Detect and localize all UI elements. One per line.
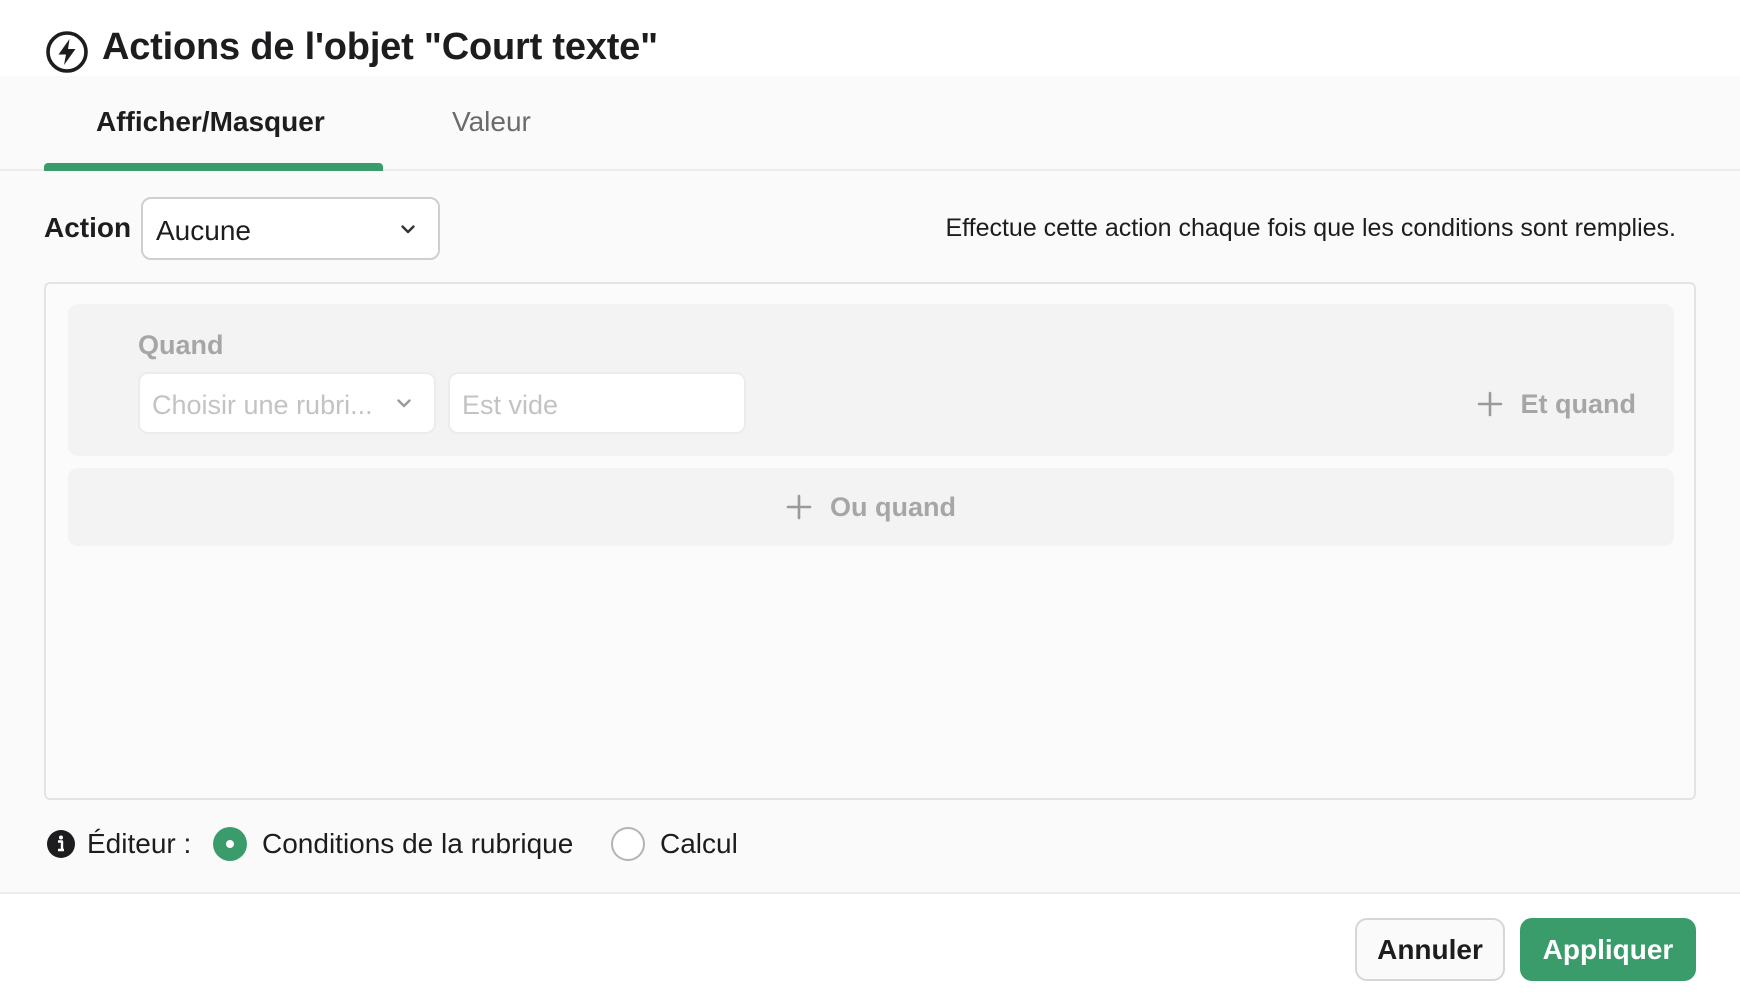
info-icon	[47, 830, 75, 858]
or-when-label: Ou quand	[830, 491, 956, 522]
dialog-body: Afficher/Masquer Valeur Action Aucune Ef…	[0, 76, 1740, 892]
action-help-text: Effectue cette action chaque fois que le…	[945, 214, 1676, 242]
action-select-value: Aucune	[156, 215, 251, 246]
radio-field-conditions-label[interactable]: Conditions de la rubrique	[262, 828, 573, 860]
add-or-condition-button[interactable]: Ou quand	[68, 468, 1674, 546]
field-select-placeholder: Choisir une rubri...	[152, 390, 373, 420]
radio-calculation-label[interactable]: Calcul	[660, 828, 738, 860]
cancel-button[interactable]: Annuler	[1355, 918, 1505, 981]
field-select[interactable]: Choisir une rubri...	[138, 372, 436, 434]
add-and-condition-button[interactable]: Et quand	[1477, 386, 1637, 422]
condition-group: Quand Choisir une rubri... Est vide Et q…	[68, 304, 1674, 456]
active-tab-indicator	[44, 163, 383, 171]
action-select[interactable]: Aucune	[141, 197, 440, 260]
bolt-circle-icon	[46, 31, 88, 73]
editor-label: Éditeur :	[87, 828, 192, 859]
dialog-title: Actions de l'objet "Court texte"	[102, 26, 658, 68]
chevron-down-icon	[401, 225, 415, 234]
operator-placeholder: Est vide	[462, 390, 559, 420]
dialog-header: Actions de l'objet "Court texte"	[0, 0, 1740, 76]
plus-icon	[1477, 391, 1502, 417]
editor-mode-row: Éditeur : Conditions de la rubrique Calc…	[44, 819, 944, 869]
when-label: Quand	[138, 330, 224, 360]
tab-bar: Afficher/Masquer Valeur	[0, 76, 1740, 171]
plus-icon	[786, 494, 812, 520]
tab-show-hide[interactable]: Afficher/Masquer	[96, 106, 325, 138]
and-when-label: Et quand	[1520, 388, 1637, 419]
operator-select[interactable]: Est vide	[448, 372, 746, 434]
conditions-panel: Quand Choisir une rubri... Est vide Et q…	[44, 282, 1696, 800]
radio-field-conditions[interactable]	[213, 827, 247, 861]
radio-calculation[interactable]	[611, 827, 645, 861]
chevron-down-icon	[397, 399, 411, 408]
dialog-footer: Annuler Appliquer	[0, 892, 1740, 1002]
action-label: Action	[44, 212, 132, 243]
tab-value[interactable]: Valeur	[452, 106, 531, 138]
apply-button[interactable]: Appliquer	[1520, 918, 1696, 981]
